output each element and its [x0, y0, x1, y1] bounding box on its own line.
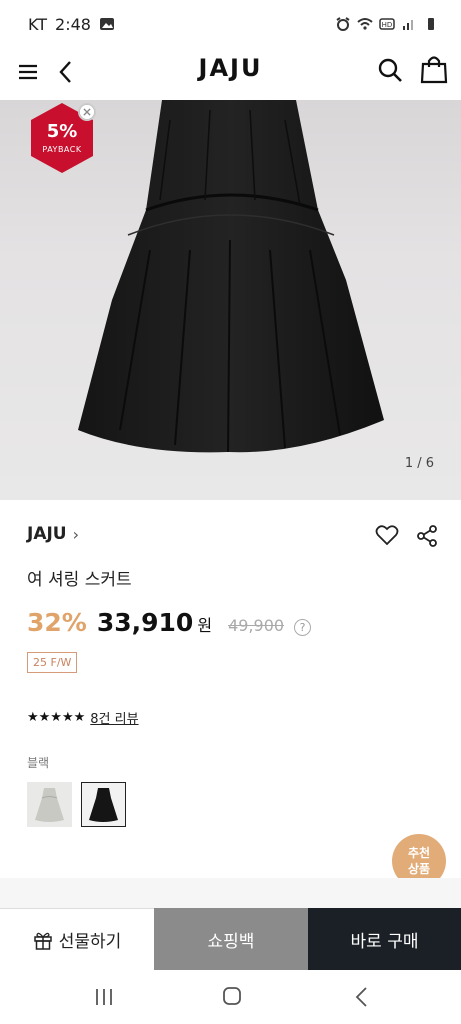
purchase-action-bar: 선물하기 쇼핑백 바로 구매 [0, 908, 461, 970]
signal-icon [403, 20, 413, 30]
gift-button[interactable]: 선물하기 [0, 908, 154, 970]
shopping-bag-icon[interactable] [420, 54, 448, 84]
gallery-icon [99, 18, 114, 30]
review-link[interactable]: 8건 리뷰 [90, 708, 138, 727]
buy-now-button[interactable]: 바로 구매 [308, 908, 461, 970]
chevron-right-icon: › [72, 524, 80, 544]
price-row: 32% 33,910 원 49,900 ? [27, 608, 312, 637]
gift-label: 선물하기 [58, 932, 122, 952]
payback-percent: 5% [46, 121, 78, 142]
hd-icon: HD [379, 18, 395, 30]
wifi-icon [357, 18, 373, 30]
color-swatch-ivory[interactable] [27, 782, 72, 827]
status-bar: KT 2:48 HD [0, 0, 461, 48]
share-icon[interactable] [416, 524, 438, 548]
sale-price: 33,910 [96, 608, 194, 637]
season-tag: 25 F/W [27, 652, 78, 673]
carrier: KT [28, 14, 48, 34]
svg-text:HD: HD [382, 21, 393, 29]
battery-icon [428, 18, 434, 30]
image-pager: 1 / 6 [404, 456, 434, 471]
help-icon[interactable]: ? [294, 619, 312, 636]
system-back-icon[interactable] [354, 986, 370, 1008]
recent-apps-icon[interactable] [94, 988, 114, 1006]
brand-link[interactable]: JAJU › [27, 524, 79, 544]
color-label: 블랙 [27, 756, 50, 770]
recommend-label-2: 상품 [407, 862, 431, 876]
section-divider [0, 878, 461, 908]
recommend-label-1: 추천 [407, 846, 431, 860]
search-icon[interactable] [376, 56, 404, 84]
add-to-cart-button[interactable]: 쇼핑백 [154, 908, 308, 970]
heart-icon[interactable] [375, 524, 399, 546]
color-swatch-black[interactable] [81, 782, 126, 827]
black-skirt-thumbnail [82, 783, 125, 826]
system-nav-bar [0, 970, 461, 1024]
gift-icon [33, 932, 52, 950]
currency-unit: 원 [197, 616, 213, 635]
home-icon[interactable] [222, 986, 242, 1006]
brand-name: JAJU [27, 524, 67, 544]
star-rating: ★★★★★ [27, 710, 86, 725]
original-price: 49,900 [228, 616, 285, 635]
clock: 2:48 [55, 14, 91, 34]
product-title: 여 셔링 스커트 [27, 570, 132, 590]
ivory-skirt-thumbnail [27, 782, 72, 827]
app-header: JAJU [0, 48, 461, 100]
alarm-icon [336, 17, 350, 31]
close-icon[interactable] [78, 103, 96, 121]
rating-row: ★★★★★ 8건 리뷰 [27, 708, 139, 727]
payback-label: PAYBACK [42, 145, 82, 154]
discount-rate: 32% [27, 608, 87, 637]
